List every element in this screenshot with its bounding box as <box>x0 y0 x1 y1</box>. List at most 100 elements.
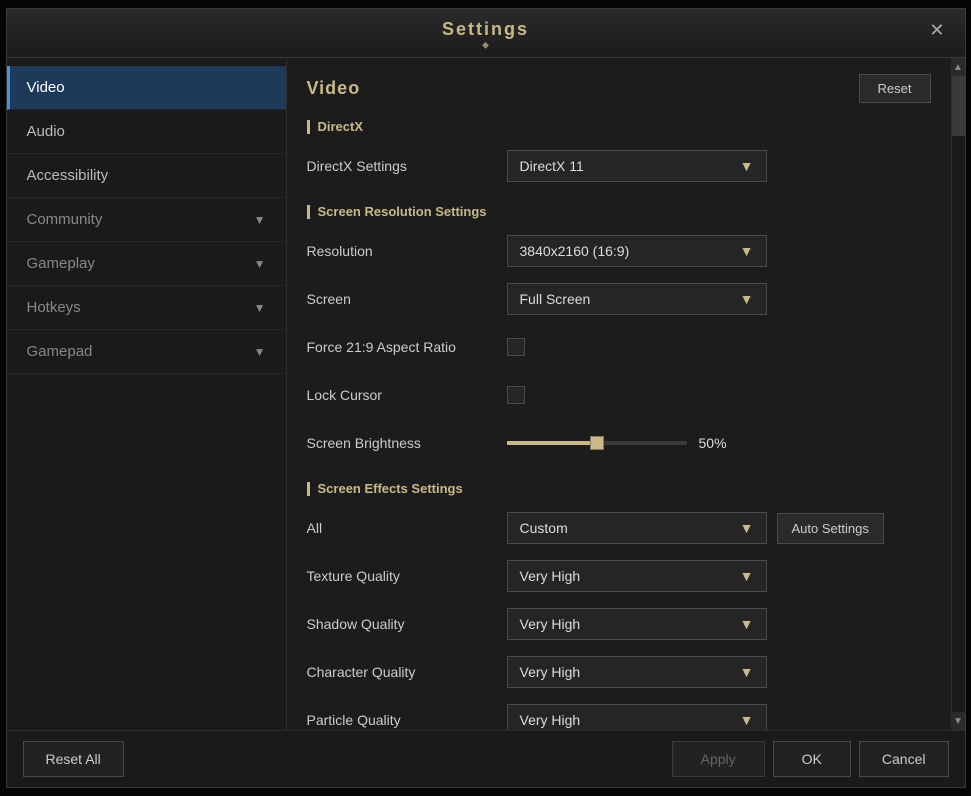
setting-row-screen: Screen Full Screen ▼ <box>307 281 931 317</box>
label-resolution: Resolution <box>307 243 507 259</box>
section-resolution: Screen Resolution Settings Resolution 38… <box>307 204 931 461</box>
label-force-ratio: Force 21:9 Aspect Ratio <box>307 339 507 355</box>
control-lock-cursor <box>507 386 931 404</box>
label-all: All <box>307 520 507 536</box>
control-resolution: 3840x2160 (16:9) ▼ <box>507 235 931 267</box>
label-texture-quality: Texture Quality <box>307 568 507 584</box>
section-heading-effects: Screen Effects Settings <box>307 481 931 496</box>
brightness-slider[interactable] <box>507 441 687 445</box>
chevron-down-icon: ▼ <box>740 664 754 680</box>
setting-row-character: Character Quality Very High ▼ <box>307 654 931 690</box>
chevron-down-icon: ▼ <box>740 520 754 536</box>
dropdown-all[interactable]: Custom ▼ <box>507 512 767 544</box>
setting-row-brightness: Screen Brightness 50% <box>307 425 931 461</box>
setting-row-shadow: Shadow Quality Very High ▼ <box>307 606 931 642</box>
content-area: Video Reset DirectX DirectX Settings Dir… <box>287 58 951 730</box>
chevron-down-icon: ▼ <box>740 291 754 307</box>
section-directx: DirectX DirectX Settings DirectX 11 ▼ <box>307 119 931 184</box>
chevron-down-icon: ▼ <box>740 712 754 728</box>
sidebar: Video Audio Accessibility Community ▼ Ga… <box>7 58 287 730</box>
dropdown-value-screen: Full Screen <box>520 291 591 307</box>
chevron-down-icon: ▼ <box>254 213 266 227</box>
slider-thumb[interactable] <box>590 436 604 450</box>
section-heading-resolution: Screen Resolution Settings <box>307 204 931 219</box>
brightness-value: 50% <box>699 435 739 451</box>
dropdown-value-directx: DirectX 11 <box>520 158 584 174</box>
chevron-down-icon: ▼ <box>740 243 754 259</box>
sidebar-item-accessibility[interactable]: Accessibility <box>7 154 286 198</box>
sidebar-item-community[interactable]: Community ▼ <box>7 198 286 242</box>
scroll-down-button[interactable]: ▼ <box>951 712 965 730</box>
control-directx-settings: DirectX 11 ▼ <box>507 150 931 182</box>
checkbox-lock-cursor[interactable] <box>507 386 525 404</box>
setting-row-force-ratio: Force 21:9 Aspect Ratio <box>307 329 931 365</box>
label-particle-quality: Particle Quality <box>307 712 507 728</box>
content-title: Video <box>307 78 361 99</box>
scroll-track <box>952 76 965 712</box>
title-ornament: ⬥ <box>7 40 965 51</box>
dropdown-directx[interactable]: DirectX 11 ▼ <box>507 150 767 182</box>
dialog-title: Settings <box>442 19 529 39</box>
sidebar-label-hotkeys: Hotkeys <box>27 299 81 316</box>
section-heading-directx: DirectX <box>307 119 931 134</box>
slider-fill <box>507 441 597 445</box>
sidebar-item-gameplay[interactable]: Gameplay ▼ <box>7 242 286 286</box>
dropdown-texture-quality[interactable]: Very High ▼ <box>507 560 767 592</box>
main-layout: Video Audio Accessibility Community ▼ Ga… <box>7 58 965 730</box>
cancel-button[interactable]: Cancel <box>859 741 949 777</box>
label-brightness: Screen Brightness <box>307 435 507 451</box>
control-screen: Full Screen ▼ <box>507 283 931 315</box>
sidebar-item-hotkeys[interactable]: Hotkeys ▼ <box>7 286 286 330</box>
dropdown-resolution[interactable]: 3840x2160 (16:9) ▼ <box>507 235 767 267</box>
dropdown-screen[interactable]: Full Screen ▼ <box>507 283 767 315</box>
content-scroll[interactable]: Video Reset DirectX DirectX Settings Dir… <box>287 58 951 730</box>
auto-settings-button[interactable]: Auto Settings <box>777 513 884 544</box>
sidebar-label-audio: Audio <box>27 123 65 140</box>
scrollbar: ▲ ▼ <box>951 58 965 730</box>
ok-button[interactable]: OK <box>773 741 851 777</box>
control-particle-quality: Very High ▼ <box>507 704 931 730</box>
sidebar-item-video[interactable]: Video <box>7 66 286 110</box>
setting-row-directx: DirectX Settings DirectX 11 ▼ <box>307 148 931 184</box>
sidebar-label-video: Video <box>27 79 65 96</box>
dropdown-value-resolution: 3840x2160 (16:9) <box>520 243 630 259</box>
content-header: Video Reset <box>307 74 931 103</box>
scroll-thumb[interactable] <box>952 76 965 136</box>
setting-row-particle: Particle Quality Very High ▼ <box>307 702 931 730</box>
dropdown-value-particle: Very High <box>520 712 581 728</box>
dialog-overlay: Settings ⬥ ✕ Video Audio Accessibility C… <box>0 0 971 796</box>
sidebar-item-audio[interactable]: Audio <box>7 110 286 154</box>
dropdown-character-quality[interactable]: Very High ▼ <box>507 656 767 688</box>
setting-row-lock-cursor: Lock Cursor <box>307 377 931 413</box>
setting-row-texture: Texture Quality Very High ▼ <box>307 558 931 594</box>
scroll-up-button[interactable]: ▲ <box>951 58 965 76</box>
setting-row-resolution: Resolution 3840x2160 (16:9) ▼ <box>307 233 931 269</box>
checkbox-force-ratio[interactable] <box>507 338 525 356</box>
sidebar-item-gamepad[interactable]: Gamepad ▼ <box>7 330 286 374</box>
dropdown-value-texture: Very High <box>520 568 581 584</box>
effects-row-all: Custom ▼ Auto Settings <box>507 512 884 544</box>
sidebar-label-community: Community <box>27 211 103 228</box>
bottom-right-buttons: Apply OK Cancel <box>672 741 949 777</box>
label-lock-cursor: Lock Cursor <box>307 387 507 403</box>
title-bar: Settings ⬥ ✕ <box>7 9 965 58</box>
close-button[interactable]: ✕ <box>923 19 950 41</box>
chevron-down-icon: ▼ <box>254 257 266 271</box>
dropdown-value-all: Custom <box>520 520 568 536</box>
label-directx-settings: DirectX Settings <box>307 158 507 174</box>
control-brightness: 50% <box>507 435 931 451</box>
dropdown-particle-quality[interactable]: Very High ▼ <box>507 704 767 730</box>
control-shadow-quality: Very High ▼ <box>507 608 931 640</box>
label-character-quality: Character Quality <box>307 664 507 680</box>
chevron-down-icon: ▼ <box>740 158 754 174</box>
control-force-ratio <box>507 338 931 356</box>
chevron-down-icon: ▼ <box>740 616 754 632</box>
section-effects: Screen Effects Settings All Custom ▼ <box>307 481 931 730</box>
reset-button[interactable]: Reset <box>859 74 931 103</box>
reset-all-button[interactable]: Reset All <box>23 741 124 777</box>
label-shadow-quality: Shadow Quality <box>307 616 507 632</box>
apply-button[interactable]: Apply <box>672 741 765 777</box>
dropdown-shadow-quality[interactable]: Very High ▼ <box>507 608 767 640</box>
chevron-down-icon: ▼ <box>254 301 266 315</box>
label-screen: Screen <box>307 291 507 307</box>
